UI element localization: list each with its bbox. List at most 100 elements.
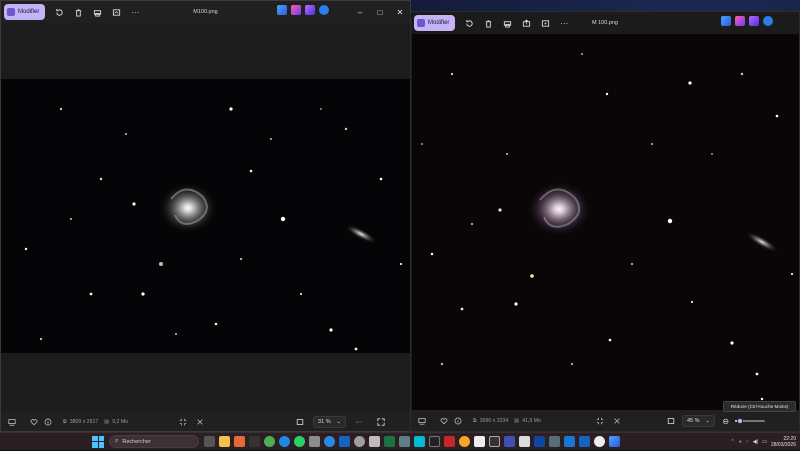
zoom-value: 31 %	[318, 419, 331, 425]
crop-icon[interactable]	[176, 415, 190, 429]
close-button[interactable]: ✕	[390, 1, 410, 23]
crop-icon[interactable]	[593, 414, 607, 428]
file-size: 9,2 Mo	[112, 419, 129, 425]
info-icon[interactable]	[41, 415, 55, 429]
onedrive-icon[interactable]	[763, 16, 773, 26]
safari-icon[interactable]	[324, 436, 335, 447]
image-dimensions: 3809 x 2517	[69, 419, 99, 425]
clipchamp-icon[interactable]	[291, 5, 301, 15]
clock-date: 28/03/2026	[770, 442, 796, 448]
slideshow-icon[interactable]	[537, 15, 553, 31]
fullscreen-icon[interactable]	[374, 415, 388, 429]
clipchamp-icon[interactable]	[735, 16, 745, 26]
more-icon[interactable]: ···	[127, 4, 143, 20]
taskbar: ⌕ Rechercher ⌃ ● ◌ ◀) ▭ 22:20 28/03/2026	[0, 432, 800, 450]
app-icon-13[interactable]	[519, 436, 530, 447]
compare-icon[interactable]	[610, 414, 624, 428]
zoom-out-icon[interactable]: ⊖	[719, 414, 733, 428]
excel-icon[interactable]	[384, 436, 395, 447]
app-icon-9[interactable]	[459, 436, 470, 447]
filmstrip-icon[interactable]	[5, 415, 19, 429]
app-icon-7[interactable]	[429, 436, 440, 447]
app-icon-16[interactable]	[564, 436, 575, 447]
app-icon-18[interactable]	[594, 436, 605, 447]
zoom-out-tooltip: Réduire (Ctrl+touche Moins)	[723, 401, 796, 412]
modify-button[interactable]: Modifier	[4, 4, 46, 20]
chrome-icon[interactable]	[264, 436, 275, 447]
galaxy-image-m100-color[interactable]	[412, 34, 799, 410]
taskbar-search[interactable]: ⌕ Rechercher	[109, 435, 199, 448]
photos-taskbar-icon[interactable]	[234, 436, 245, 447]
start-button[interactable]	[92, 435, 104, 448]
print-icon[interactable]	[89, 4, 105, 20]
more-icon[interactable]: ···	[556, 15, 572, 31]
image-canvas	[1, 23, 410, 411]
rotate-icon[interactable]	[51, 4, 67, 20]
status-bar: ⧉ 3990 x 3234 ▤ 41,9 Mo 45 % ⌄ ⊖	[411, 410, 799, 431]
fit-icon[interactable]	[664, 414, 678, 428]
onedrive-tray-icon[interactable]: ●	[739, 439, 742, 445]
onedrive-icon[interactable]	[319, 5, 329, 15]
app-icon-1[interactable]	[309, 436, 320, 447]
app-icon-14[interactable]	[534, 436, 545, 447]
photos-app-icon[interactable]	[277, 5, 287, 15]
more-icon[interactable]: ···	[352, 415, 366, 429]
filesize-icon: ▤	[514, 418, 520, 424]
filmstrip-icon[interactable]	[415, 414, 429, 428]
task-view-icon[interactable]	[204, 436, 215, 447]
battery-icon[interactable]: ▭	[762, 439, 767, 445]
compare-icon[interactable]	[193, 415, 207, 429]
zoom-slider-thumb[interactable]	[736, 418, 743, 424]
search-icon: ⌕	[115, 438, 119, 444]
rotate-icon[interactable]	[461, 15, 477, 31]
maximize-button[interactable]: □	[370, 1, 390, 23]
zoom-select[interactable]: 31 % ⌄	[313, 416, 346, 428]
file-size: 41,9 Mo	[522, 418, 541, 424]
app-icon-6[interactable]	[414, 436, 425, 447]
network-icon[interactable]: ◌	[746, 439, 749, 445]
zoom-slider[interactable]	[734, 418, 765, 424]
notion-icon[interactable]	[249, 436, 260, 447]
edit-image-icon	[417, 19, 425, 27]
app-icon-8[interactable]	[444, 436, 455, 447]
zoom-value: 45 %	[686, 418, 700, 424]
whatsapp-icon[interactable]	[294, 436, 305, 447]
zoom-select[interactable]: 45 % ⌄	[681, 415, 715, 427]
system-tray: ⌃ ● ◌ ◀) ▭ 22:20 28/03/2026	[731, 433, 797, 451]
favorite-icon[interactable]	[437, 414, 451, 428]
photo-viewer-window-right: Modifier ··· M 100.png ⧉ 3990 x 3234 ▤ 4…	[410, 11, 800, 432]
minimize-button[interactable]: –	[350, 1, 370, 23]
app-icon-12[interactable]	[504, 436, 515, 447]
app-icon-5[interactable]	[399, 436, 410, 447]
chevron-up-icon[interactable]: ⌃	[731, 439, 735, 445]
file-explorer-icon[interactable]	[219, 436, 230, 447]
chevron-down-icon: ⌄	[336, 419, 341, 425]
fit-icon[interactable]	[293, 415, 307, 429]
print-icon[interactable]	[499, 15, 515, 31]
galaxy-image-m100[interactable]	[1, 79, 410, 353]
volume-icon[interactable]: ◀)	[753, 439, 759, 445]
app-icon-11[interactable]	[489, 436, 500, 447]
edge-icon[interactable]	[279, 436, 290, 447]
delete-icon[interactable]	[70, 4, 86, 20]
app-icon-17[interactable]	[579, 436, 590, 447]
app-icon-15[interactable]	[549, 436, 560, 447]
info-icon[interactable]	[451, 414, 465, 428]
delete-icon[interactable]	[480, 15, 496, 31]
app-icon-2[interactable]	[339, 436, 350, 447]
chevron-down-icon: ⌄	[705, 418, 710, 424]
photos-app-icon[interactable]	[721, 16, 731, 26]
favorite-icon[interactable]	[27, 415, 41, 429]
designer-icon[interactable]	[305, 5, 315, 15]
image-canvas	[411, 34, 799, 410]
photos-active-icon[interactable]	[609, 436, 620, 447]
edit-image-icon	[7, 8, 15, 16]
app-icon-10[interactable]	[474, 436, 485, 447]
modify-button[interactable]: Modifier	[414, 15, 456, 31]
share-icon[interactable]	[518, 15, 534, 31]
app-icon-4[interactable]	[369, 436, 380, 447]
clock[interactable]: 22:20 28/03/2026	[771, 436, 796, 448]
edit-icon[interactable]	[108, 4, 124, 20]
app-icon-3[interactable]	[354, 436, 365, 447]
designer-icon[interactable]	[749, 16, 759, 26]
